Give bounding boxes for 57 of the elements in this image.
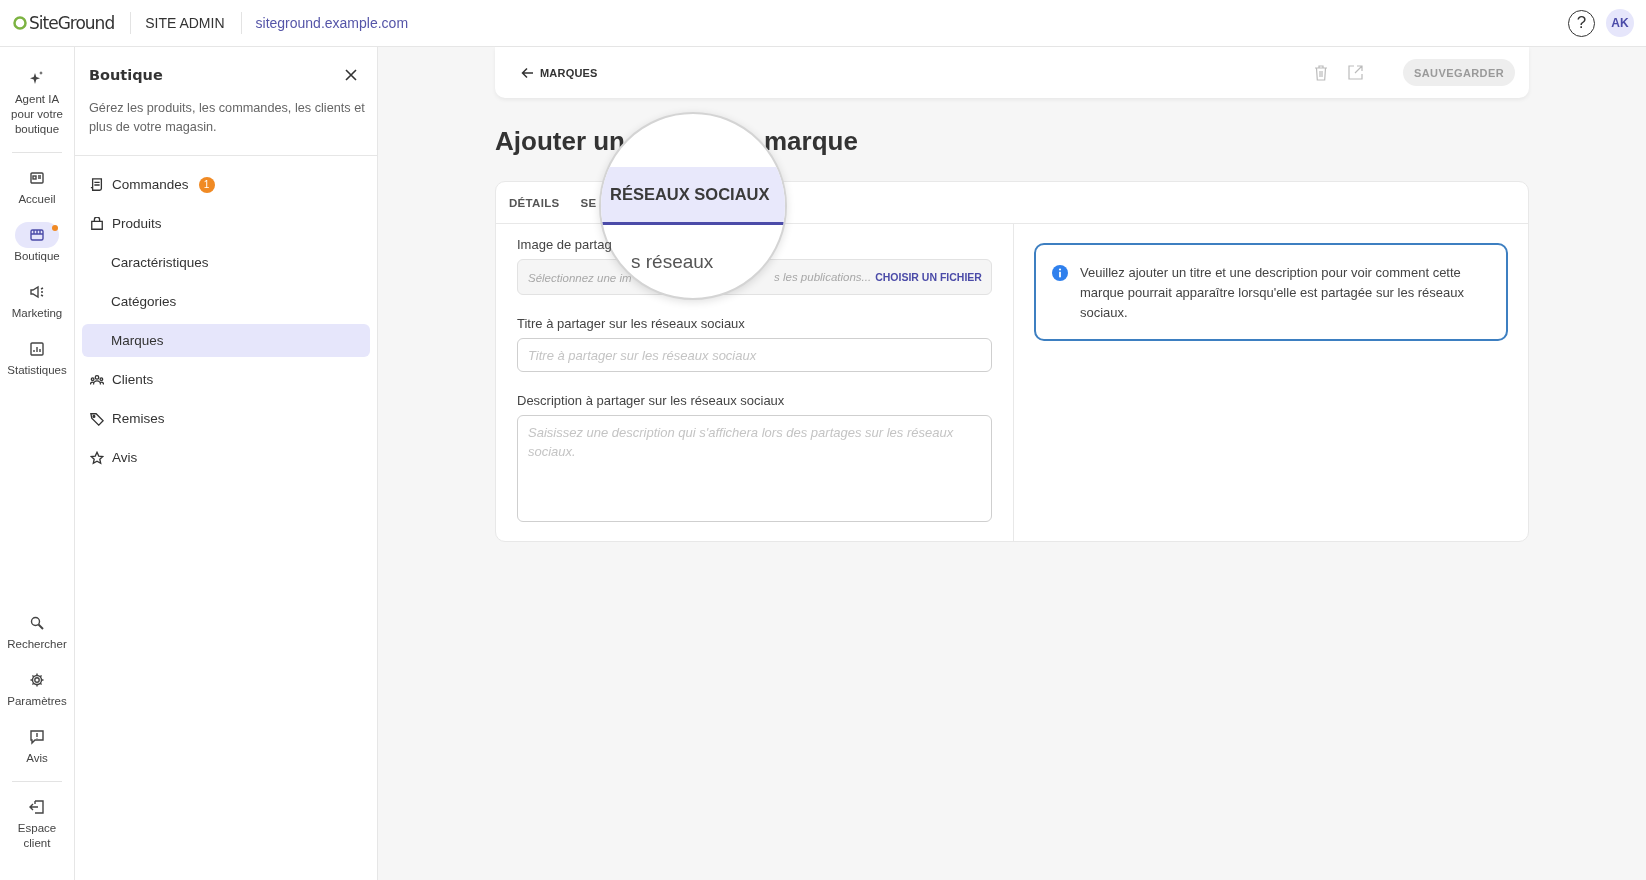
rail-item[interactable]: Accueil: [5, 165, 69, 207]
menu-item[interactable]: Caractéristiques: [82, 246, 370, 279]
input-field[interactable]: Titre à partager sur les réseaux sociaux: [517, 338, 992, 372]
field-label: Description à partager sur les réseaux sociaux: [517, 393, 785, 408]
tab[interactable]: SE: [580, 182, 597, 223]
tab[interactable]: DÉTAILS: [509, 182, 560, 223]
page-title: marque: [764, 125, 858, 157]
settings-icon: [29, 672, 45, 688]
panel-title: Boutique: [89, 67, 163, 83]
rail-item[interactable]: Marketing: [5, 279, 69, 321]
close-icon[interactable]: [345, 69, 357, 81]
rail-item[interactable]: Espace client: [5, 794, 69, 851]
store-icon: [29, 227, 45, 243]
domain-link[interactable]: siteground.example.com: [255, 15, 409, 31]
bag-icon: [90, 216, 104, 231]
info-text: Veuillez ajouter un titre et une description pour voir comment cette marque pourrait apparaître lorsqu'elle est partagée sur les réseaux sociaux.: [1080, 264, 1466, 322]
choose-file-button[interactable]: CHOISIR UN FICHIER: [875, 271, 982, 283]
rail-item[interactable]: Rechercher: [5, 610, 69, 652]
menu-item[interactable]: Marques: [82, 324, 370, 357]
back-link[interactable]: MARQUES: [521, 66, 598, 79]
menu-item[interactable]: Clients: [82, 363, 370, 396]
bar-chart-icon: [29, 341, 45, 357]
message-alert-icon: [29, 729, 45, 745]
placeholder-text: s les publications...: [774, 271, 872, 283]
count-badge: 1: [198, 176, 215, 193]
menu-item[interactable]: Catégories: [82, 285, 370, 318]
rail-item[interactable]: Avis: [5, 724, 69, 766]
star-icon: [90, 450, 104, 465]
section-title: SITE ADMIN: [145, 15, 225, 31]
back-arrow-icon: [521, 66, 534, 79]
rail-item[interactable]: Statistiques: [5, 336, 69, 378]
logo[interactable]: SiteGround: [29, 13, 115, 33]
field-label: Titre à partager sur les réseaux sociaux: [517, 316, 745, 331]
textarea-field[interactable]: Saisissez une description qui s'affichera lors des partages sur les réseaux sociaux.: [517, 415, 992, 522]
tag-icon: [90, 411, 104, 426]
panel-description: Gérez les produits, les commandes, les clients et plus de votre magasin.: [75, 99, 377, 156]
megaphone-icon: [29, 284, 45, 300]
menu-item[interactable]: Avis: [82, 441, 370, 474]
user-avatar[interactable]: AK: [1606, 9, 1634, 37]
rail-item[interactable]: Paramètres: [5, 667, 69, 709]
receipt-icon: [90, 177, 104, 192]
menu-item[interactable]: Commandes 1: [82, 168, 370, 201]
dashboard-icon: [29, 170, 45, 186]
tab[interactable]: RÉSEAUX SOCIAUX: [601, 167, 785, 225]
placeholder-text: Sélectionnez une im: [528, 272, 632, 284]
search-icon: [29, 615, 45, 631]
external-link-icon[interactable]: [1348, 65, 1364, 80]
rail-item[interactable]: Agent IA pour votre boutique: [5, 65, 69, 137]
people-icon: [90, 372, 104, 387]
menu-item[interactable]: Produits: [82, 207, 370, 240]
trash-icon[interactable]: [1314, 64, 1329, 81]
logo-icon: [13, 16, 27, 30]
menu-item[interactable]: Remises: [82, 402, 370, 435]
info-icon: [1052, 265, 1068, 281]
exit-icon: [29, 799, 45, 815]
field-label: Image de partag: [517, 237, 612, 252]
rail-item[interactable]: Boutique: [5, 222, 69, 264]
